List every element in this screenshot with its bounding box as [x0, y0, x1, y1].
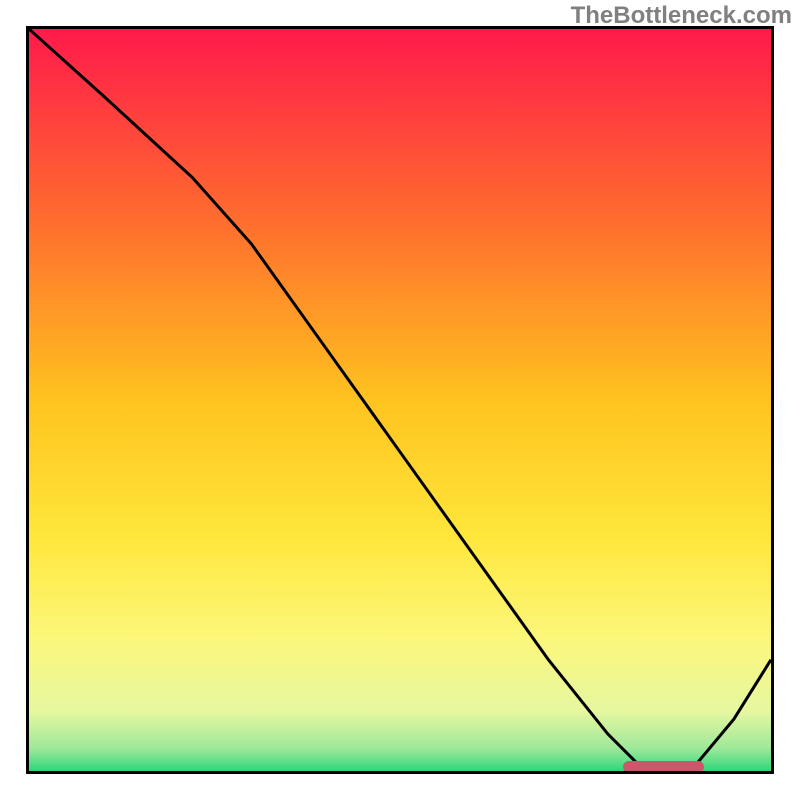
chart-inner [29, 29, 771, 771]
chart-curve [29, 29, 771, 771]
optimal-range-marker [623, 761, 705, 771]
watermark-label: TheBottleneck.com [571, 2, 792, 30]
chart-plot-area [26, 26, 774, 774]
